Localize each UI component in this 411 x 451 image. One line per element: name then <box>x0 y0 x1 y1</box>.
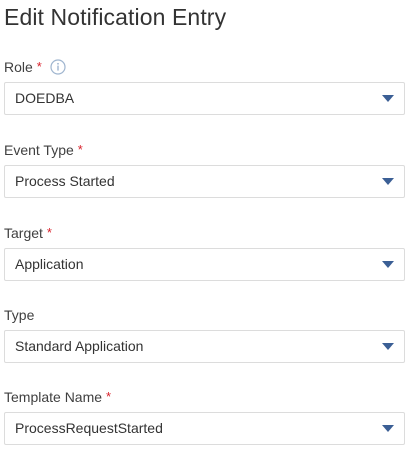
type-label: Type <box>4 307 35 323</box>
template-name-select[interactable]: ProcessRequestStarted <box>4 412 405 445</box>
required-marker: * <box>36 59 42 74</box>
event-type-field: Event Type * Process Started <box>4 141 405 198</box>
template-name-label: Template Name <box>4 389 103 405</box>
role-select[interactable]: DOEDBA <box>4 82 405 115</box>
chevron-down-icon[interactable] <box>382 261 394 268</box>
chevron-down-icon[interactable] <box>382 343 394 350</box>
chevron-down-icon[interactable] <box>382 178 394 185</box>
template-name-field: Template Name * ProcessRequestStarted <box>4 388 405 445</box>
page-title: Edit Notification Entry <box>4 4 227 30</box>
required-marker: * <box>106 389 112 404</box>
type-select-value: Standard Application <box>15 338 144 354</box>
role-label-row: Role * <box>4 58 405 76</box>
type-select[interactable]: Standard Application <box>4 330 405 363</box>
required-marker: * <box>77 142 83 157</box>
type-field: Type Standard Application <box>4 306 405 363</box>
target-select-value: Application <box>15 256 84 272</box>
type-label-row: Type <box>4 306 405 324</box>
target-label: Target <box>4 225 43 241</box>
target-label-row: Target * <box>4 224 405 242</box>
info-icon[interactable] <box>50 59 66 75</box>
event-type-label: Event Type <box>4 142 74 158</box>
target-select[interactable]: Application <box>4 248 405 281</box>
required-marker: * <box>46 225 52 240</box>
role-select-value: DOEDBA <box>15 90 75 106</box>
chevron-down-icon[interactable] <box>382 425 394 432</box>
role-field: Role * DOEDBA <box>4 58 405 115</box>
role-label: Role <box>4 59 33 75</box>
event-type-select-value: Process Started <box>15 173 115 189</box>
event-type-select[interactable]: Process Started <box>4 165 405 198</box>
target-field: Target * Application <box>4 224 405 281</box>
edit-notification-form: Edit Notification Entry Role * DOEDBA Ev… <box>0 0 411 451</box>
chevron-down-icon[interactable] <box>382 95 394 102</box>
event-type-label-row: Event Type * <box>4 141 405 159</box>
template-name-label-row: Template Name * <box>4 388 405 406</box>
template-name-select-value: ProcessRequestStarted <box>15 420 163 436</box>
